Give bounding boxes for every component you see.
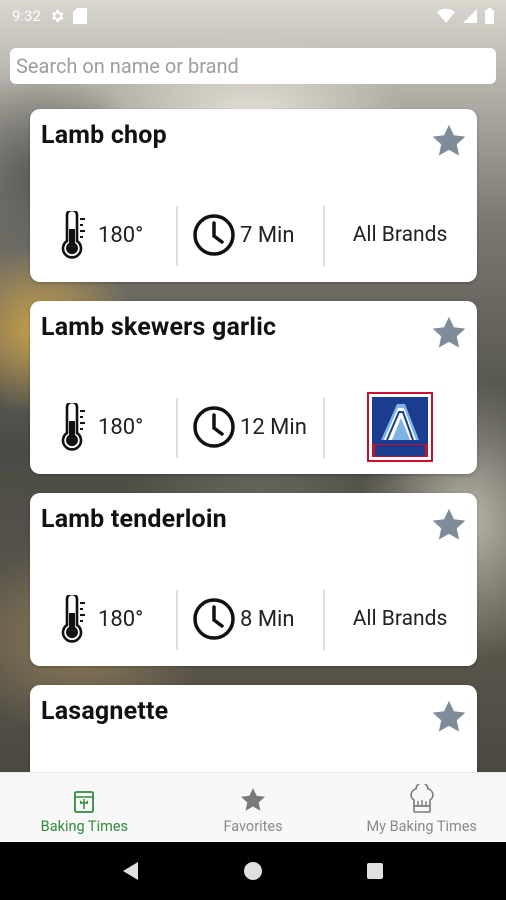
item-title: Lasagnette: [41, 697, 169, 726]
search-input[interactable]: [10, 48, 496, 84]
back-icon[interactable]: [120, 860, 142, 882]
baking-times-list[interactable]: Lamb chop 180° 7 Min All Brands Lamb ske…: [0, 108, 506, 772]
temperature-value: 180°: [98, 222, 144, 248]
item-title: Lamb tenderloin: [41, 505, 227, 534]
favorite-star-icon[interactable]: [430, 314, 468, 352]
thermometer-icon: [61, 403, 85, 451]
divider: [323, 398, 325, 458]
clock-icon: [193, 214, 235, 256]
thermometer-icon: [61, 211, 85, 259]
temperature-cell: 180°: [58, 588, 178, 650]
divider: [176, 398, 178, 458]
clock-icon: [193, 406, 235, 448]
tab-label: Baking Times: [40, 818, 128, 835]
aldi-logo: [367, 392, 433, 462]
list-item[interactable]: Lasagnette: [30, 685, 477, 772]
temperature-value: 180°: [98, 606, 144, 632]
time-cell: 7 Min: [192, 204, 317, 266]
oven-icon: [74, 791, 95, 813]
time-cell: 8 Min: [192, 588, 317, 650]
home-icon[interactable]: [242, 860, 264, 882]
list-item[interactable]: Lamb chop 180° 7 Min All Brands: [30, 109, 477, 282]
divider: [176, 590, 178, 650]
favorite-star-icon[interactable]: [430, 122, 468, 160]
time-cell: 12 Min: [192, 396, 317, 458]
tab-my-baking-times[interactable]: My Baking Times: [337, 773, 506, 843]
divider: [176, 206, 178, 266]
tab-favorites[interactable]: Favorites: [169, 773, 338, 843]
brand-cell: All Brands: [330, 588, 470, 650]
chef-hat-icon: [410, 784, 434, 813]
list-item[interactable]: Lamb tenderloin 180° 8 Min All Brands: [30, 493, 477, 666]
signal-icon: [463, 9, 477, 23]
thermometer-icon: [61, 595, 85, 643]
tab-baking-times[interactable]: Baking Times: [0, 773, 169, 843]
clock-icon: [193, 598, 235, 640]
status-time: 9:32: [12, 7, 41, 25]
star-icon: [240, 788, 266, 811]
brand-cell: All Brands: [330, 204, 470, 266]
item-title: Lamb chop: [41, 121, 167, 150]
battery-icon: [485, 8, 494, 24]
tab-label: My Baking Times: [366, 818, 477, 835]
temperature-cell: 180°: [58, 204, 178, 266]
divider: [323, 206, 325, 266]
brand-label: All Brands: [352, 607, 448, 631]
settings-icon: [51, 10, 64, 22]
list-item[interactable]: Lamb skewers garlic 180° 12 Min: [30, 301, 477, 474]
temperature-value: 180°: [98, 414, 144, 440]
time-value: 7 Min: [240, 222, 295, 248]
time-value: 8 Min: [240, 606, 295, 632]
brand-label: All Brands: [352, 223, 448, 247]
bottom-navigation: Baking Times Favorites My Baking Times: [0, 772, 506, 843]
time-value: 12 Min: [240, 414, 307, 440]
temperature-cell: 180°: [58, 396, 178, 458]
wifi-icon: [437, 8, 455, 23]
favorite-star-icon[interactable]: [430, 698, 468, 736]
status-bar: 9:32: [0, 0, 506, 32]
recents-icon[interactable]: [364, 860, 386, 882]
item-title: Lamb skewers garlic: [41, 313, 277, 342]
system-navigation-bar: [0, 842, 506, 900]
sd-card-icon: [72, 8, 87, 24]
tab-label: Favorites: [223, 818, 283, 835]
brand-cell: [330, 392, 470, 462]
favorite-star-icon[interactable]: [430, 506, 468, 544]
divider: [323, 590, 325, 650]
